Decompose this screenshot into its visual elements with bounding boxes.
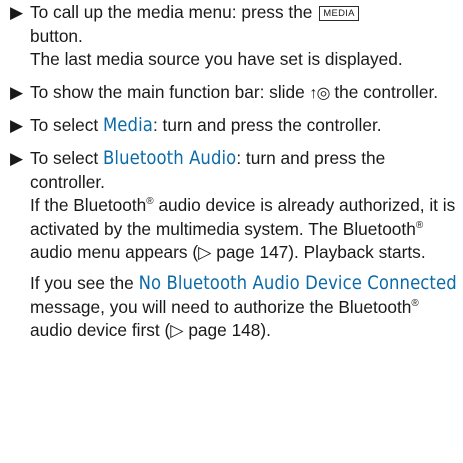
media-button-icon: MEDIA	[319, 6, 359, 21]
bullet-arrow-icon: ▶	[10, 148, 24, 168]
registered-mark: ®	[411, 297, 419, 309]
not-connected-paragraph: If you see the No Bluetooth Audio Device…	[30, 272, 463, 343]
step-text: To call up the media menu: press the	[30, 2, 313, 22]
no-device-connected-message: No Bluetooth Audio Device Connected	[138, 272, 457, 294]
registered-mark: ®	[146, 196, 154, 208]
text-run: If the Bluetooth	[30, 195, 147, 216]
step-result: The last media source you have set is di…	[30, 49, 403, 70]
step-text: To select	[30, 147, 99, 168]
bullet-arrow-icon: ▶	[10, 116, 24, 136]
step-select-media: ▶ To select Media: turn and press the co…	[8, 114, 463, 138]
text-run: message, you will need to author­ize the…	[30, 296, 412, 317]
step-instruction: To select Bluetooth Audio: turn and pres…	[30, 147, 463, 194]
step-call-up-media-menu: ▶ To call up the media menu: press the M…	[8, 1, 463, 72]
menu-item-bluetooth-audio: Bluetooth Audio	[103, 147, 237, 169]
instruction-page: ▶ To call up the media menu: press the M…	[0, 0, 463, 343]
bullet-arrow-icon: ▶	[10, 82, 24, 102]
step-text: : turn and press the controller.	[152, 115, 382, 136]
menu-item-media: Media	[103, 115, 153, 137]
step-text: To show the main function bar: slide	[30, 81, 305, 102]
bullet-arrow-icon: ▶	[10, 3, 24, 22]
step-show-function-bar: ▶ To show the main function bar: slide ↑…	[8, 81, 463, 106]
step-text: button.	[30, 25, 83, 46]
registered-mark: ®	[415, 219, 424, 231]
controller-slide-up-icon: ↑◎	[309, 84, 331, 102]
text-run: audio menu appears (▷ page 147). Playbac…	[30, 242, 426, 263]
step-text: the controller.	[334, 81, 439, 102]
step-text: To select	[30, 115, 99, 136]
authorized-paragraph: If the Bluetooth® audio device is alread…	[30, 194, 463, 265]
text-run: audio device first (▷ page 148).	[30, 320, 271, 341]
step-select-bluetooth-audio: ▶ To select Bluetooth Audio: turn and pr…	[8, 147, 463, 343]
text-run: If you see the	[30, 272, 134, 293]
